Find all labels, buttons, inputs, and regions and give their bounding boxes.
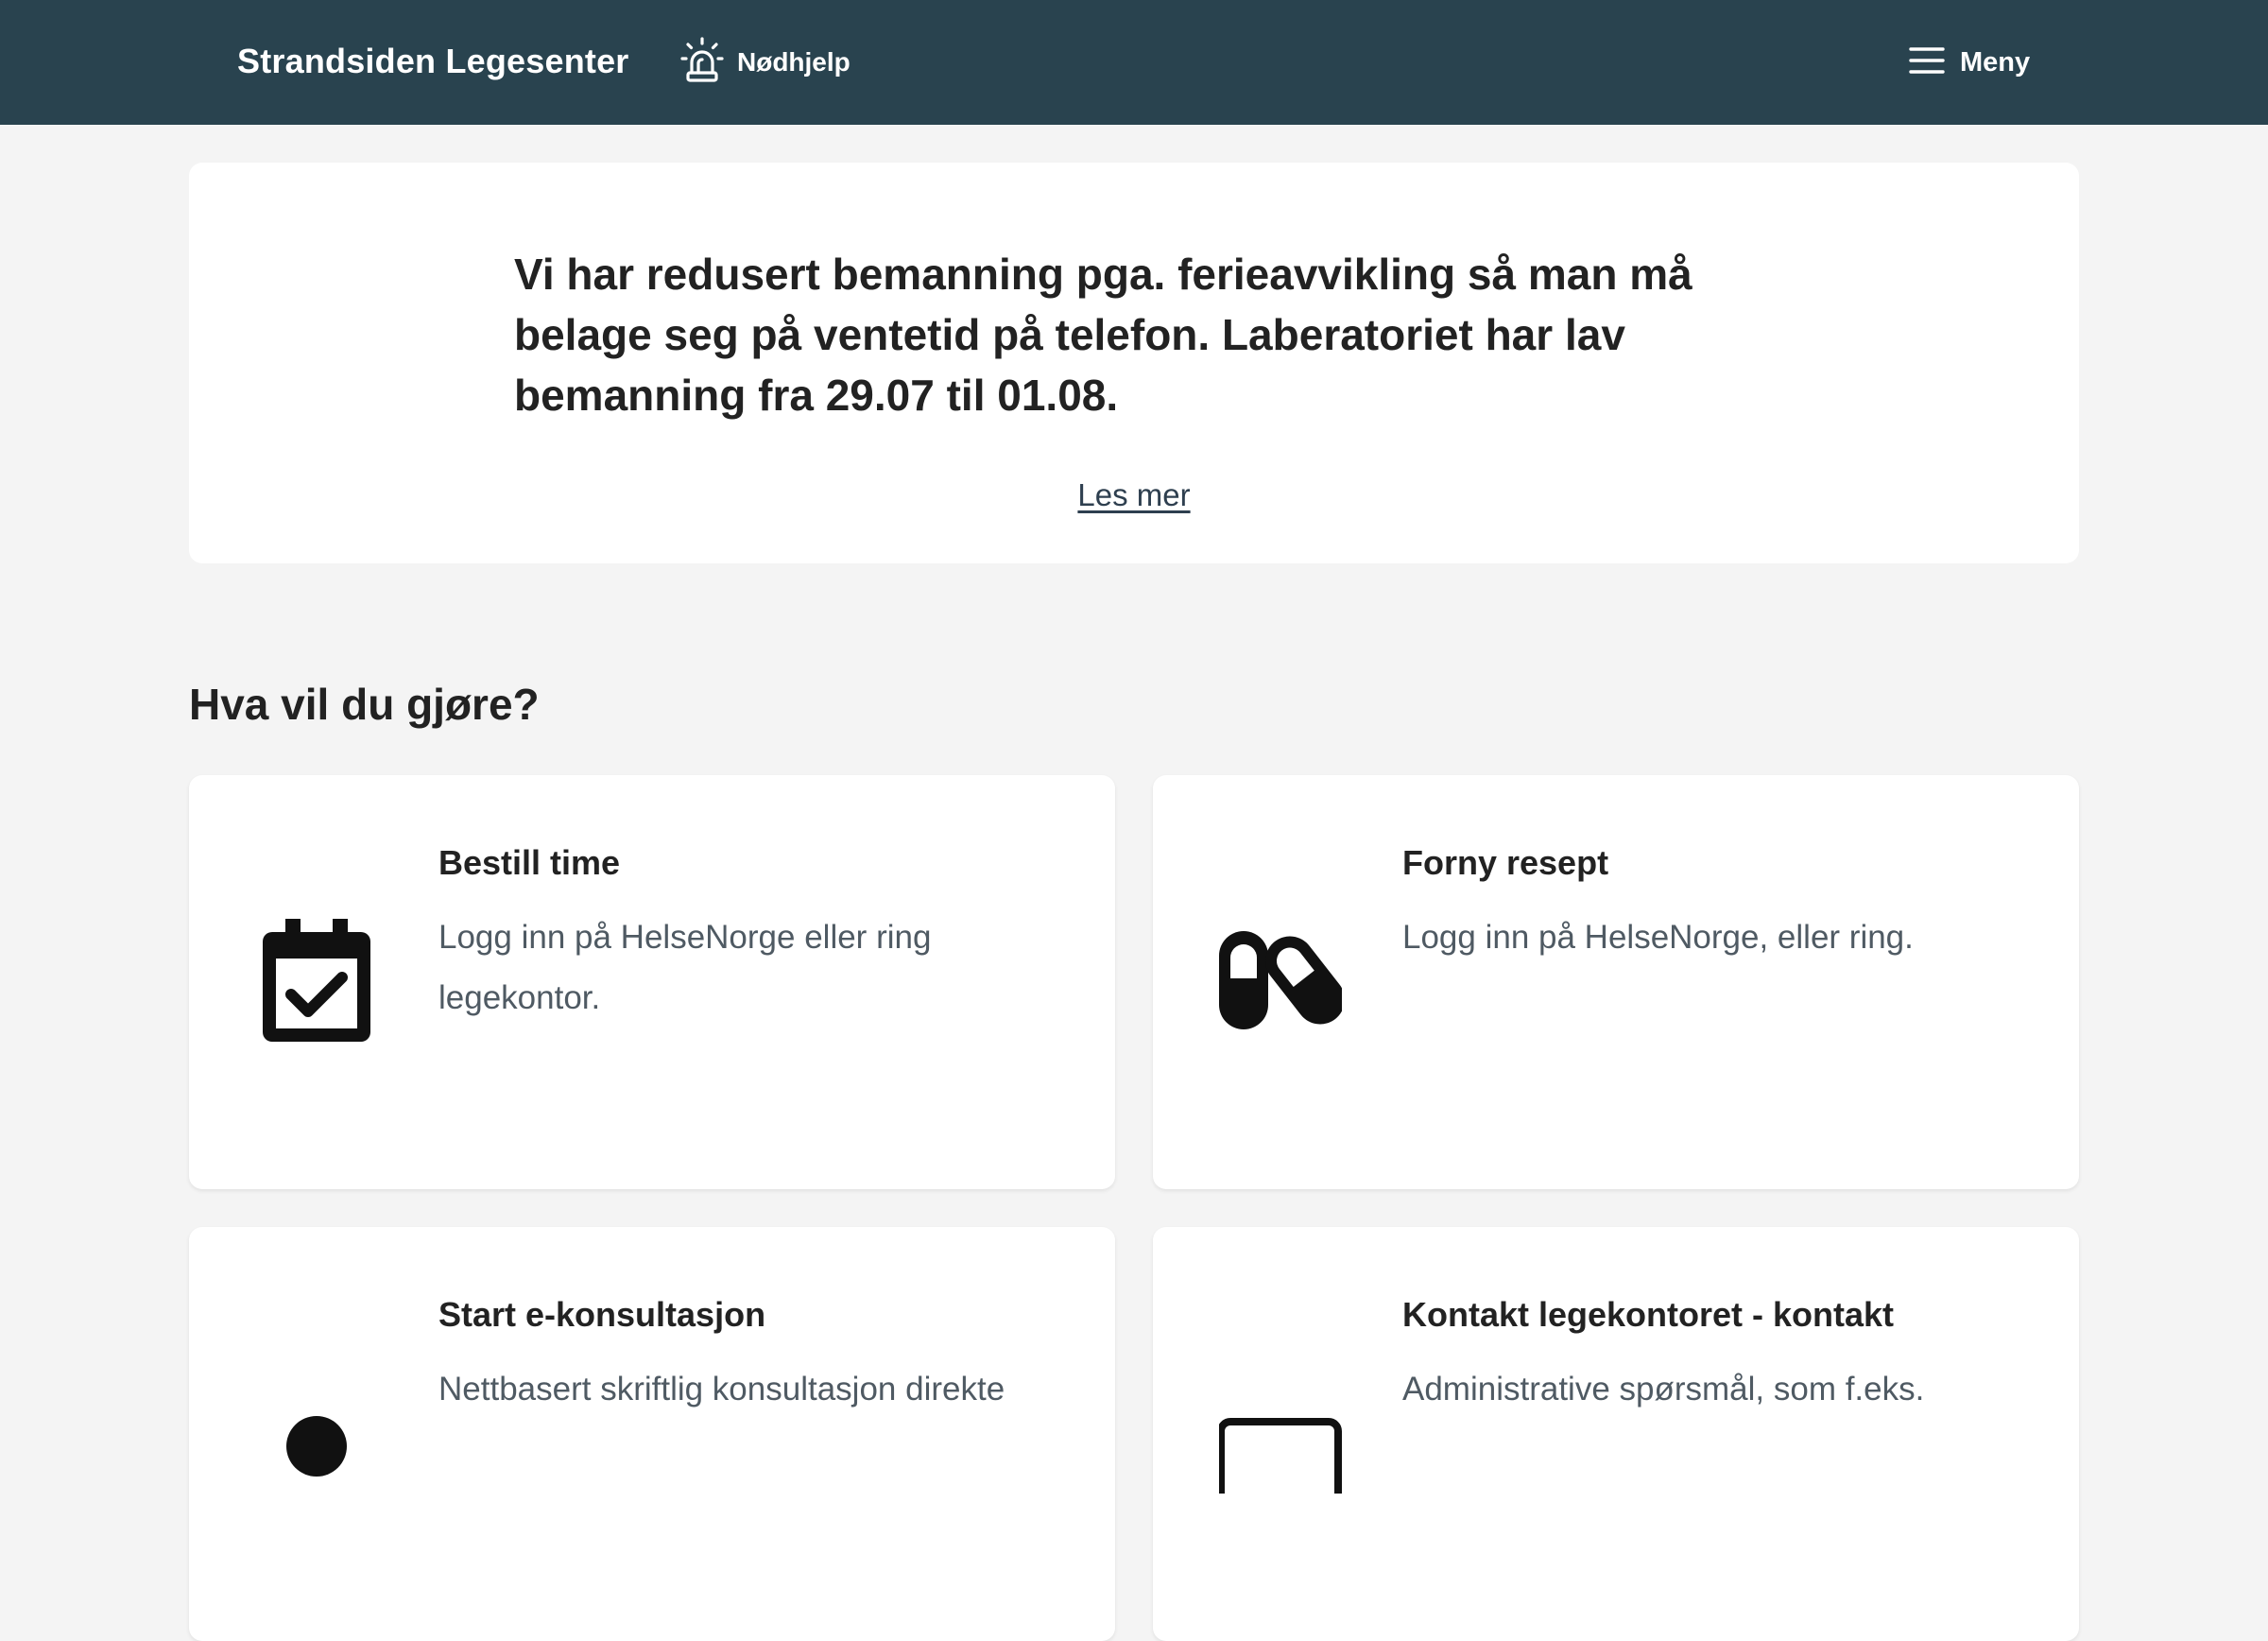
book-appointment-card[interactable]: Bestill time Logg inn på HelseNorge elle… xyxy=(189,775,1115,1189)
card-title: Start e-konsultasjon xyxy=(438,1295,766,1334)
calendar-check-icon xyxy=(255,919,378,1042)
card-description: Logg inn på HelseNorge eller ring legeko… xyxy=(438,919,932,1016)
menu-button[interactable]: Meny xyxy=(1909,42,2030,83)
renew-prescription-card[interactable]: Forny resept Logg inn på HelseNorge, ell… xyxy=(1153,775,2079,1189)
brand-home-link[interactable]: Strandsiden Legesenter xyxy=(237,42,629,81)
card-description: Logg inn på HelseNorge, eller ring. xyxy=(1402,919,1914,956)
card-title: Bestill time xyxy=(438,843,621,882)
start-econsultation-card[interactable]: Start e-konsultasjon Nettbasert skriftli… xyxy=(189,1227,1115,1641)
message-icon xyxy=(1219,1371,1342,1494)
siren-icon xyxy=(680,36,724,89)
person-icon xyxy=(255,1371,378,1494)
staffing-notice-card: Vi har redusert bemanning pga. ferieavvi… xyxy=(189,163,2079,563)
contact-office-card[interactable]: Kontakt legekontoret - kontakt Administr… xyxy=(1153,1227,2079,1641)
card-title: Kontakt legekontoret - kontakt xyxy=(1402,1295,1895,1334)
actions-heading: Hva vil du gjøre? xyxy=(189,680,540,729)
card-title: Forny resept xyxy=(1402,843,1609,882)
read-more-link[interactable]: Les mer xyxy=(189,477,2079,513)
staffing-notice-text: Vi har redusert bemanning pga. ferieavvi… xyxy=(514,250,1692,420)
menu-label: Meny xyxy=(1960,46,2031,78)
emergency-help-label: Nødhjelp xyxy=(737,47,850,77)
card-description: Administrative spørsmål, som f.eks. xyxy=(1402,1371,1925,1408)
top-navigation-bar: Strandsiden Legesenter Nødhjelp Meny xyxy=(0,0,2268,125)
emergency-help-link[interactable]: Nødhjelp xyxy=(680,36,850,89)
hamburger-icon xyxy=(1909,46,1945,79)
card-description: Nettbasert skriftlig konsultasjon direkt… xyxy=(438,1371,1005,1408)
pills-icon xyxy=(1219,919,1342,1042)
